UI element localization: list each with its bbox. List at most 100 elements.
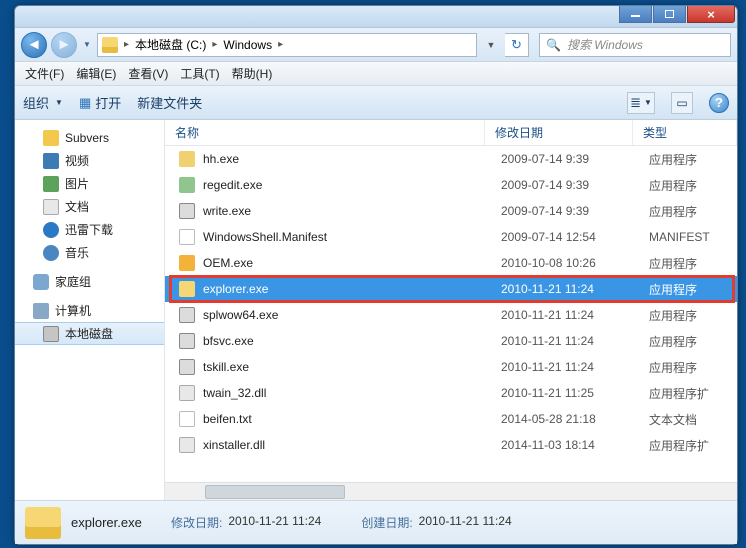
file-type: 应用程序 (649, 359, 737, 376)
tree-item-homegroup[interactable]: 家庭组 (15, 270, 164, 293)
drive-icon (102, 37, 118, 53)
scrollbar-thumb[interactable] (205, 485, 345, 499)
forward-button[interactable]: ► (51, 32, 77, 58)
breadcrumb-sep: ▸ (124, 39, 129, 50)
menu-edit[interactable]: 编辑(E) (76, 65, 116, 82)
view-mode-button[interactable]: ≣ ▼ (627, 92, 655, 114)
tree-item-documents[interactable]: 文档 (15, 195, 164, 218)
file-name: WindowsShell.Manifest (203, 230, 501, 244)
file-row[interactable]: beifen.txt2014-05-28 21:18文本文档 (165, 406, 737, 432)
file-row[interactable]: xinstaller.dll2014-11-03 18:14应用程序扩 (165, 432, 737, 458)
refresh-icon: ↻ (511, 37, 522, 53)
music-icon (43, 245, 59, 261)
file-rows: hh.exe2009-07-14 9:39应用程序regedit.exe2009… (165, 146, 737, 482)
file-type: 应用程序 (649, 203, 737, 220)
file-icon (179, 281, 195, 297)
explorer-window: × ◄ ► ▼ ▸ 本地磁盘 (C:) ▸ Windows ▸ ▼ ↻ 🔍 搜索… (14, 5, 738, 545)
file-row[interactable]: OEM.exe2010-10-08 10:26应用程序 (165, 250, 737, 276)
new-folder-button[interactable]: 新建文件夹 (137, 93, 202, 112)
minimize-button[interactable] (619, 6, 652, 23)
chevron-down-icon: ▼ (55, 98, 63, 107)
help-button[interactable]: ? (709, 93, 729, 113)
column-date[interactable]: 修改日期 (485, 120, 633, 145)
tree-item-localdisk[interactable]: 本地磁盘 (15, 322, 164, 345)
file-date: 2010-11-21 11:24 (501, 334, 649, 348)
details-modified-val: 2010-11-21 11:24 (228, 514, 321, 531)
nav-tree: Subvers 视频 图片 文档 迅雷下载 音乐 家庭组 计算机 本地磁盘 (15, 120, 165, 500)
file-date: 2010-11-21 11:24 (501, 360, 649, 374)
column-name[interactable]: 名称 (165, 120, 485, 145)
menu-help[interactable]: 帮助(H) (232, 65, 273, 82)
tree-label: 视频 (65, 152, 89, 169)
breadcrumb-drop[interactable]: ▼ (481, 40, 501, 50)
disk-icon (43, 326, 59, 342)
file-date: 2009-07-14 9:39 (501, 204, 649, 218)
organize-button[interactable]: 组织 ▼ (23, 93, 63, 112)
horizontal-scrollbar[interactable] (165, 482, 737, 500)
file-date: 2009-07-14 9:39 (501, 152, 649, 166)
search-input[interactable]: 🔍 搜索 Windows (539, 33, 731, 57)
preview-pane-button[interactable]: ▭ (671, 92, 693, 114)
file-row[interactable]: tskill.exe2010-11-21 11:24应用程序 (165, 354, 737, 380)
file-name: write.exe (203, 204, 501, 218)
tree-item-pictures[interactable]: 图片 (15, 172, 164, 195)
menu-file[interactable]: 文件(F) (25, 65, 64, 82)
tree-item-xunlei[interactable]: 迅雷下载 (15, 218, 164, 241)
file-type: 应用程序 (649, 177, 737, 194)
column-type[interactable]: 类型 (633, 120, 737, 145)
file-name: twain_32.dll (203, 386, 501, 400)
file-row[interactable]: explorer.exe2010-11-21 11:24应用程序 (165, 276, 737, 302)
file-type: 应用程序 (649, 281, 737, 298)
breadcrumb-folder[interactable]: Windows (223, 38, 272, 52)
organize-label: 组织 (23, 93, 49, 112)
file-row[interactable]: bfsvc.exe2010-11-21 11:24应用程序 (165, 328, 737, 354)
tree-item-music[interactable]: 音乐 (15, 241, 164, 264)
tree-item-computer[interactable]: 计算机 (15, 299, 164, 322)
search-icon: 🔍 (546, 38, 561, 52)
tree-label: 迅雷下载 (65, 221, 113, 238)
tree-label: 家庭组 (55, 273, 91, 290)
file-row[interactable]: twain_32.dll2010-11-21 11:25应用程序扩 (165, 380, 737, 406)
details-created: 创建日期: 2010-11-21 11:24 (361, 514, 511, 531)
file-icon (179, 255, 195, 271)
column-label: 类型 (643, 124, 667, 141)
file-date: 2009-07-14 12:54 (501, 230, 649, 244)
file-name: OEM.exe (203, 256, 501, 270)
menu-tools[interactable]: 工具(T) (180, 65, 219, 82)
column-label: 名称 (175, 124, 199, 141)
nav-history-drop[interactable]: ▼ (81, 33, 93, 57)
file-name: xinstaller.dll (203, 438, 501, 452)
tree-item-subversion[interactable]: Subvers (15, 126, 164, 149)
file-icon (179, 437, 195, 453)
tree-item-video[interactable]: 视频 (15, 149, 164, 172)
menu-view[interactable]: 查看(V) (128, 65, 168, 82)
file-row[interactable]: write.exe2009-07-14 9:39应用程序 (165, 198, 737, 224)
breadcrumb-sep: ▸ (278, 39, 283, 50)
close-button[interactable]: × (687, 6, 735, 23)
details-modified-key: 修改日期: (171, 514, 222, 531)
breadcrumb-drive[interactable]: 本地磁盘 (C:) (135, 36, 206, 53)
close-icon: × (707, 7, 715, 22)
file-row[interactable]: splwow64.exe2010-11-21 11:24应用程序 (165, 302, 737, 328)
file-row[interactable]: WindowsShell.Manifest2009-07-14 12:54MAN… (165, 224, 737, 250)
details-modified: 修改日期: 2010-11-21 11:24 (171, 514, 321, 531)
open-label: 打开 (95, 93, 121, 112)
file-name: splwow64.exe (203, 308, 501, 322)
file-icon (179, 359, 195, 375)
file-date: 2010-11-21 11:24 (501, 308, 649, 322)
folder-icon (43, 130, 59, 146)
breadcrumb[interactable]: ▸ 本地磁盘 (C:) ▸ Windows ▸ (97, 33, 477, 57)
back-button[interactable]: ◄ (21, 32, 47, 58)
maximize-button[interactable] (653, 6, 686, 23)
file-large-icon (25, 507, 61, 539)
file-list: 名称 修改日期 类型 hh.exe2009-07-14 9:39应用程序rege… (165, 120, 737, 500)
file-date: 2010-11-21 11:24 (501, 282, 649, 296)
maximize-icon (665, 10, 674, 18)
body: Subvers 视频 图片 文档 迅雷下载 音乐 家庭组 计算机 本地磁盘 名称… (15, 120, 737, 500)
file-row[interactable]: hh.exe2009-07-14 9:39应用程序 (165, 146, 737, 172)
column-headers: 名称 修改日期 类型 (165, 120, 737, 146)
refresh-button[interactable]: ↻ (505, 33, 529, 57)
tree-label: 文档 (65, 198, 89, 215)
file-row[interactable]: regedit.exe2009-07-14 9:39应用程序 (165, 172, 737, 198)
open-button[interactable]: ▦ 打开 (79, 93, 121, 112)
